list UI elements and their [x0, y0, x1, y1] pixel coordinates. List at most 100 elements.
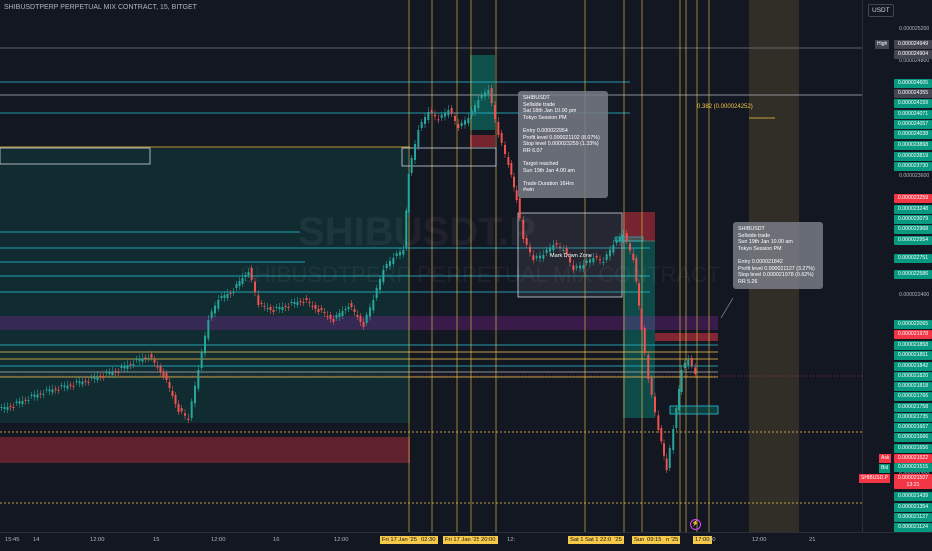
- time-axis[interactable]: 15:45 14 12:00 15 12:00 16 12:00 Fri 17 Jan '25…: [0, 532, 932, 551]
- price-label: 0.000021820: [894, 372, 932, 381]
- candle-body: [440, 114, 443, 118]
- candle-body: [111, 372, 114, 375]
- candle-body: [308, 302, 311, 303]
- candle-body: [420, 122, 423, 128]
- currency-selector[interactable]: USDT: [868, 4, 894, 17]
- trade-note-2[interactable]: SHIBUSDT Sellside trade Sun 19th Jan 10.…: [733, 222, 823, 290]
- candle-body: [141, 358, 144, 362]
- supply-zone: [0, 437, 410, 463]
- candle-body: [490, 88, 493, 103]
- price-label: 0.000024355: [894, 89, 932, 98]
- symbol-title[interactable]: SHIBUSDTPERP PERPETUAL MIX CONTRACT, 15,…: [4, 4, 197, 11]
- candle-body: [278, 307, 281, 309]
- candle-body: [335, 315, 338, 318]
- candle-body: [51, 389, 54, 393]
- candle-body: [200, 351, 203, 368]
- candle-body: [311, 306, 314, 307]
- candle-body: [168, 382, 171, 388]
- lightning-icon[interactable]: ⚡: [690, 519, 701, 530]
- symbol-tag: SHIBUSD.P: [859, 474, 890, 483]
- candle-body: [555, 243, 558, 245]
- price-label: 0.000023819: [894, 152, 932, 161]
- candle-body: [663, 443, 665, 456]
- price-tick: 0.000025200: [899, 26, 930, 32]
- candle-body: [338, 313, 341, 317]
- ask-tag: Ask: [879, 454, 892, 463]
- time-label: 22:0: [598, 536, 614, 544]
- trade-note-1[interactable]: SHIBUSDT Sellside trade Sat 18th Jan 10.…: [518, 91, 608, 198]
- price-label: 0.000024904: [894, 50, 932, 59]
- candle-body: [678, 389, 680, 410]
- candle-body: [424, 117, 426, 124]
- candle-body: [144, 357, 147, 359]
- candle-body: [153, 359, 156, 363]
- time-label: 12:00: [211, 537, 226, 543]
- price-label: 0.000023248: [894, 205, 932, 214]
- candle-body: [266, 308, 269, 309]
- candle-body: [640, 308, 643, 330]
- candle-body: [497, 122, 500, 135]
- symbol-watermark: SHIBUSDT.P: [298, 210, 536, 254]
- candle-body: [117, 372, 120, 373]
- candle-body: [120, 366, 123, 368]
- price-label: 0.000024605: [894, 79, 932, 88]
- time-label: 16: [273, 537, 280, 543]
- candle-body: [562, 250, 565, 251]
- candle-body: [78, 381, 81, 384]
- candle-body: [460, 122, 463, 126]
- candle-body: [156, 365, 159, 368]
- candle-body: [675, 408, 678, 428]
- mark-down-zone-label: Mark Down Zone: [550, 253, 592, 259]
- candle-body: [21, 400, 24, 405]
- candle-body: [356, 315, 359, 317]
- price-label: 0.000021978: [894, 330, 932, 339]
- candle-body: [260, 303, 263, 304]
- price-label: 0.000021439: [894, 492, 932, 501]
- time-label: 12:00: [90, 537, 105, 543]
- time-label: 12:: [507, 537, 516, 543]
- candle-body: [15, 401, 18, 403]
- candle-body: [474, 105, 476, 112]
- candle-body: [275, 307, 278, 308]
- candle-body: [290, 302, 293, 303]
- candle-body: [632, 253, 635, 260]
- candle-body: [668, 448, 671, 468]
- price-tick: 0.000023600: [899, 173, 930, 179]
- price-label: 0.000021818: [894, 382, 932, 391]
- price-axis[interactable]: USDT 0.000025200 0.000024800 0.000023600 0.…: [859, 0, 932, 532]
- candle-body: [81, 381, 84, 385]
- candle-body: [444, 112, 446, 117]
- chart-pane[interactable]: SHIBUSDTPERP PERPETUAL MIX CONTRACT, 15,…: [0, 0, 862, 532]
- candle-body: [500, 133, 503, 143]
- price-label: 0.000021515: [894, 463, 932, 472]
- candle-body: [217, 300, 220, 309]
- candle-body: [223, 295, 226, 298]
- stop-zone: [470, 135, 495, 147]
- candle-body: [650, 378, 653, 395]
- candle-body: [171, 391, 174, 396]
- candle-body: [510, 163, 513, 175]
- candle-body: [66, 385, 69, 389]
- price-label: 0.000021656: [894, 444, 932, 453]
- candle-body: [129, 364, 132, 366]
- candle-body: [332, 319, 335, 322]
- candle-body: [232, 292, 235, 293]
- time-label: 14: [33, 537, 40, 543]
- candle-body: [545, 249, 548, 253]
- candle-body: [427, 112, 430, 120]
- candle-body: [341, 311, 344, 316]
- candle-body: [108, 372, 111, 374]
- candle-body: [622, 235, 625, 241]
- candle-body: [430, 110, 433, 113]
- price-label: 0.000021124: [894, 523, 932, 532]
- time-label: 09:15: [645, 536, 664, 544]
- candle-body: [599, 259, 601, 261]
- candle-body: [375, 288, 378, 298]
- candle-body: [229, 293, 232, 294]
- bid-tag: Bid: [879, 464, 891, 473]
- candle-body: [269, 307, 272, 310]
- candle-body: [369, 307, 371, 317]
- candle-body: [365, 314, 368, 323]
- candle-body: [39, 393, 42, 395]
- candle-body: [24, 399, 27, 401]
